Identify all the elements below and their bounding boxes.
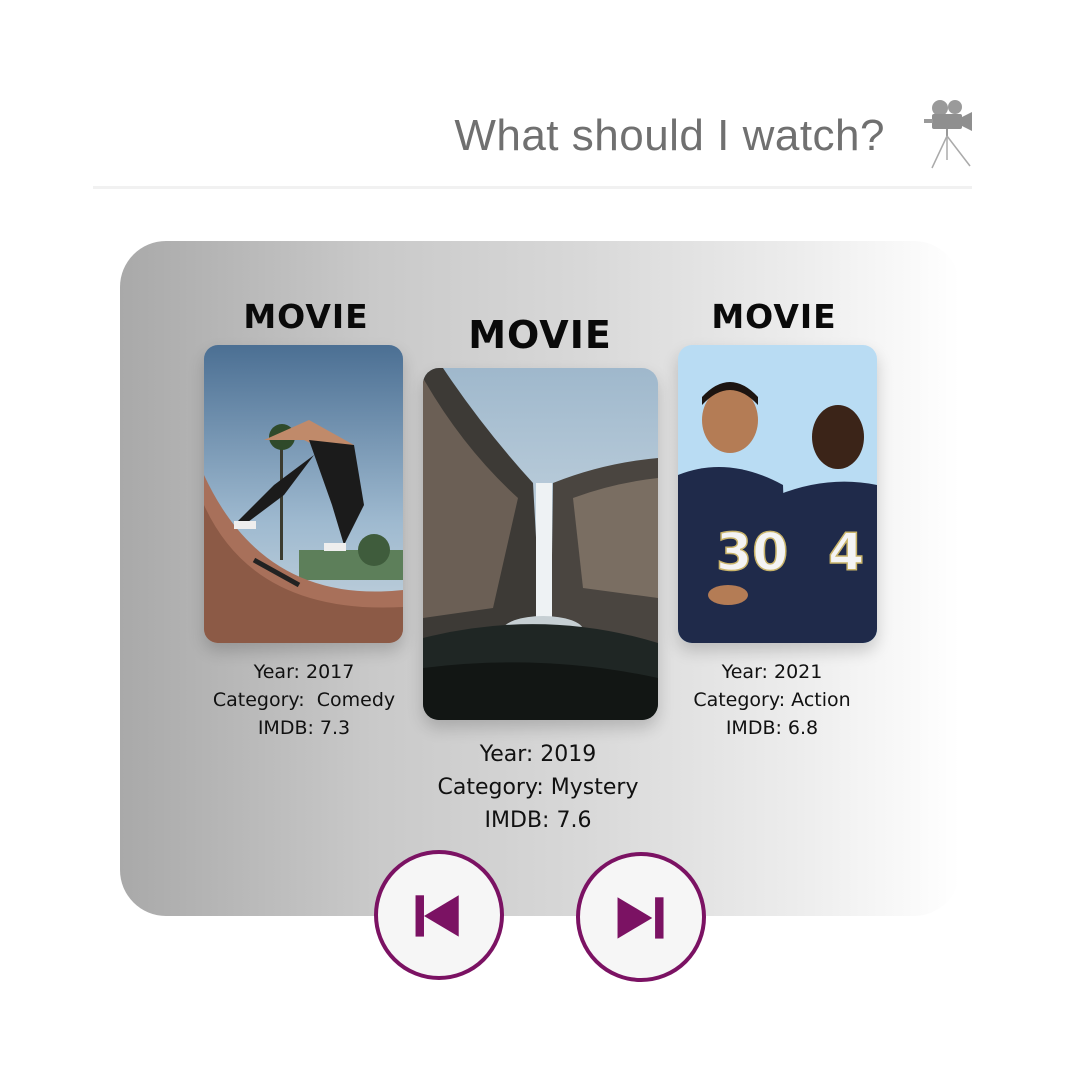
svg-text:30: 30 (716, 523, 788, 583)
movie-category: Category: Action (693, 689, 851, 711)
skateboarder-photo (204, 345, 403, 643)
movie-year: Year: 2021 (721, 661, 823, 683)
movie-category: Category: Mystery (437, 775, 639, 800)
movie-poster-left[interactable] (204, 345, 403, 643)
page-title: What should I watch? (454, 111, 885, 160)
movie-picker-page: What should I watch? MOVIE Year: 2017 Ca… (0, 0, 1080, 1080)
movie-info-left: Year: 2017 Category: Comedy IMDB: 7.3 (184, 658, 424, 742)
skip-previous-icon (415, 895, 459, 937)
svg-text:4: 4 (828, 523, 864, 583)
movie-year: Year: 2017 (253, 661, 355, 683)
movie-imdb: IMDB: 6.8 (725, 717, 819, 739)
movie-camera-icon (924, 100, 972, 169)
waterfall-photo (423, 368, 658, 720)
movie-info-center: Year: 2019 Category: Mystery IMDB: 7.6 (398, 738, 678, 837)
movie-poster-center[interactable] (423, 368, 658, 720)
movie-title-right: MOVIE (711, 297, 837, 336)
movie-imdb: IMDB: 7.6 (484, 808, 592, 833)
movie-poster-right[interactable]: 30 4 (678, 345, 877, 643)
header-divider (93, 186, 972, 189)
movie-info-right: Year: 2021 Category: Action IMDB: 6.8 (652, 658, 892, 742)
skip-next-icon (617, 897, 664, 939)
movie-category: Category: Comedy (212, 689, 396, 711)
movie-year: Year: 2019 (479, 742, 597, 767)
movie-title-left: MOVIE (243, 297, 369, 336)
next-button[interactable] (576, 852, 706, 982)
movie-imdb: IMDB: 7.3 (257, 717, 351, 739)
previous-button[interactable] (374, 850, 504, 980)
movie-title-center: MOVIE (468, 313, 612, 357)
football-players-photo: 30 4 (678, 345, 877, 643)
